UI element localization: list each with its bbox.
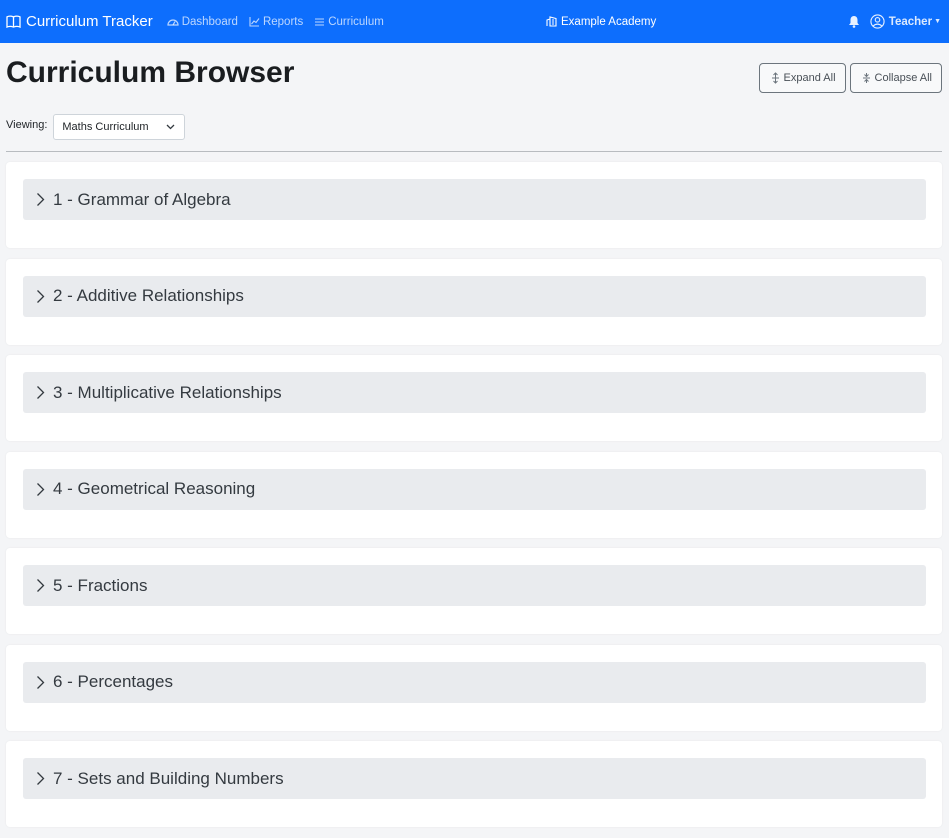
unit-header[interactable]: 1 - Grammar of Algebra xyxy=(23,179,926,220)
unit-card: 1 - Grammar of Algebra xyxy=(6,162,942,248)
unit-title: 7 - Sets and Building Numbers xyxy=(53,768,284,788)
nav-reports[interactable]: Reports xyxy=(249,16,303,28)
expand-all-button[interactable]: Expand All xyxy=(758,63,846,93)
top-navbar: Curriculum Tracker Dashboard Reports Cur… xyxy=(0,0,949,43)
chevron-down-icon xyxy=(166,124,175,130)
brand-link[interactable]: Curriculum Tracker xyxy=(6,13,153,30)
chevron-right-icon xyxy=(37,482,45,496)
collapse-all-label: Collapse All xyxy=(874,72,932,84)
brand-name: Curriculum Tracker xyxy=(26,13,153,30)
unit-header[interactable]: 2 - Additive Relationships xyxy=(23,275,926,317)
chevron-right-icon xyxy=(37,579,45,592)
graph-icon xyxy=(249,17,260,27)
unit-list: 1 - Grammar of Algebra 2 - Additive Rela… xyxy=(6,162,942,838)
curriculum-filter: Viewing: Maths Curriculum xyxy=(6,114,186,140)
chevron-right-icon xyxy=(37,386,45,399)
user-circle-icon xyxy=(870,14,885,29)
arrows-expand-icon xyxy=(771,72,779,84)
chevron-right-icon xyxy=(37,289,45,303)
unit-title: 1 - Grammar of Algebra xyxy=(53,189,231,209)
unit-header[interactable]: 5 - Fractions xyxy=(23,565,926,606)
unit-header[interactable]: 7 - Sets and Building Numbers xyxy=(23,758,926,799)
unit-card: 2 - Additive Relationships xyxy=(6,258,942,345)
curriculum-select[interactable]: Maths Curriculum xyxy=(53,114,186,140)
divider xyxy=(6,151,942,152)
page-title: Curriculum Browser xyxy=(6,56,295,89)
unit-header[interactable]: 6 - Percentages xyxy=(23,661,926,703)
school-name: Example Academy xyxy=(561,15,657,28)
list-icon xyxy=(315,17,325,26)
unit-title: 3 - Multiplicative Relationships xyxy=(53,382,282,402)
unit-title: 5 - Fractions xyxy=(53,575,148,595)
unit-header[interactable]: 3 - Multiplicative Relationships xyxy=(23,372,926,413)
expand-all-label: Expand All xyxy=(783,72,836,84)
nav-dashboard-label: Dashboard xyxy=(181,15,238,28)
unit-title: 6 - Percentages xyxy=(53,672,174,691)
unit-title: 2 - Additive Relationships xyxy=(53,286,244,305)
unit-card: 5 - Fractions xyxy=(6,548,942,634)
book-icon xyxy=(6,15,21,28)
viewing-label: Viewing: xyxy=(6,119,48,131)
nav-dashboard[interactable]: Dashboard xyxy=(167,16,238,28)
unit-header[interactable]: 4 - Geometrical Reasoning xyxy=(23,468,926,510)
speedometer-icon xyxy=(167,18,179,26)
chevron-right-icon xyxy=(37,675,45,689)
school-selector[interactable]: Example Academy xyxy=(546,0,656,43)
user-name: Teacher xyxy=(888,15,933,28)
chevron-right-icon xyxy=(37,193,45,206)
nav-curriculum-label: Curriculum xyxy=(328,15,384,28)
building-icon xyxy=(546,16,557,27)
curriculum-select-value: Maths Curriculum xyxy=(62,121,149,133)
collapse-all-button[interactable]: Collapse All xyxy=(849,63,942,93)
chevron-right-icon xyxy=(37,772,45,785)
unit-card: 4 - Geometrical Reasoning xyxy=(6,451,942,538)
unit-title: 4 - Geometrical Reasoning xyxy=(53,479,256,498)
arrows-collapse-icon xyxy=(862,73,870,83)
unit-card: 7 - Sets and Building Numbers xyxy=(6,741,942,827)
nav-reports-label: Reports xyxy=(262,15,304,28)
bell-icon xyxy=(848,16,859,28)
caret-down-icon: ▼ xyxy=(934,18,941,25)
nav-curriculum[interactable]: Curriculum xyxy=(314,16,384,28)
user-menu[interactable]: Teacher ▼ xyxy=(870,14,941,29)
unit-card: 6 - Percentages xyxy=(6,644,942,731)
notifications-button[interactable] xyxy=(848,15,860,28)
unit-card: 3 - Multiplicative Relationships xyxy=(6,355,942,441)
